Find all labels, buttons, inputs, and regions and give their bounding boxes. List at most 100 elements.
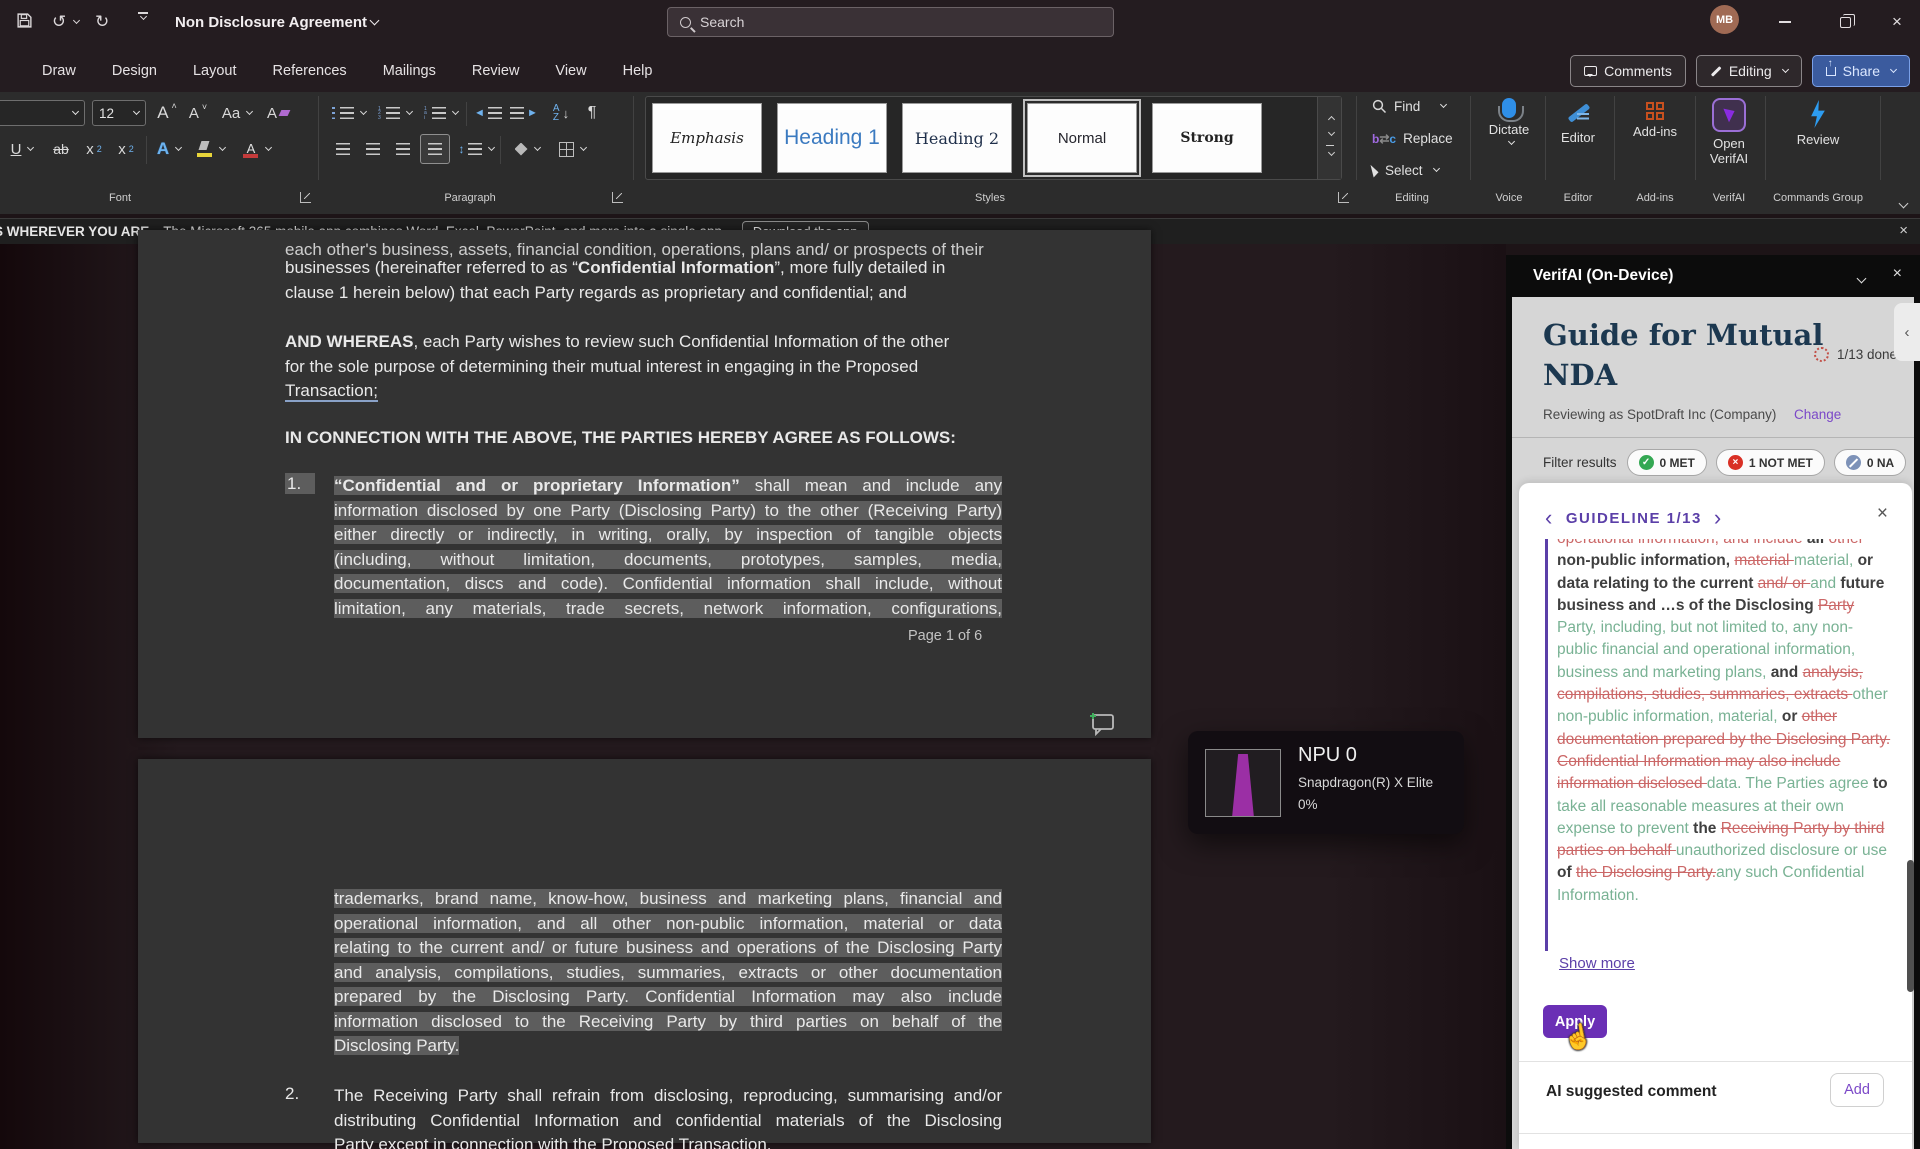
banner-close-icon[interactable]: × (1899, 222, 1908, 239)
document-page-1[interactable]: each other's business, assets, financial… (138, 230, 1151, 738)
save-button[interactable] (16, 12, 33, 29)
microphone-icon (1502, 98, 1516, 118)
filter-pill-met[interactable]: ✓0 MET (1627, 449, 1707, 476)
decrease-indent-button[interactable]: ◄ (472, 100, 504, 126)
chevron-down-icon (73, 16, 80, 23)
multilevel-list-button[interactable]: 1ai (422, 100, 460, 126)
lightning-icon (1809, 100, 1827, 128)
add-comment-icon[interactable] (1086, 710, 1116, 736)
font-size-combobox[interactable]: 12 (92, 100, 146, 126)
close-button[interactable]: × (1874, 0, 1920, 44)
style-card-heading-1[interactable]: Heading 1 (777, 103, 887, 173)
add-comment-button[interactable]: Add (1830, 1073, 1884, 1107)
strikethrough-button[interactable]: ab (46, 136, 76, 162)
filter-pill-na[interactable]: 0 NA (1834, 449, 1906, 476)
comments-button[interactable]: Comments (1570, 55, 1686, 87)
font-color-button[interactable]: A (238, 136, 276, 162)
styles-gallery-more-button[interactable] (1317, 97, 1341, 179)
font-color-icon: A (243, 141, 259, 158)
panel-collapse-chevron-icon[interactable] (1854, 271, 1865, 289)
document-canvas[interactable]: each other's business, assets, financial… (0, 244, 1506, 1149)
grow-font-button[interactable]: A˄ (152, 100, 182, 126)
select-button[interactable]: Select (1372, 163, 1439, 178)
minimize-button[interactable] (1762, 0, 1808, 44)
panel-scrollbar-thumb[interactable] (1907, 860, 1914, 992)
numbering-button[interactable]: 123 (376, 100, 414, 126)
text-effects-button[interactable]: A (152, 136, 186, 162)
change-case-button[interactable]: Aa (218, 100, 256, 126)
justify-button[interactable] (420, 134, 450, 164)
tab-view[interactable]: View (541, 57, 600, 85)
guideline-close-icon[interactable]: × (1877, 503, 1888, 525)
line-spacing-button[interactable]: ↕ (456, 136, 496, 162)
dictate-button[interactable]: Dictate (1480, 98, 1538, 146)
sort-button[interactable]: AZ↓ (546, 100, 576, 126)
document-line: information disclosed by one Party (Disc… (334, 499, 1002, 524)
tab-review[interactable]: Review (458, 57, 534, 85)
style-card-emphasis[interactable]: Emphasis (652, 103, 762, 173)
underline-button[interactable]: U (6, 136, 38, 162)
style-card-normal[interactable]: Normal (1027, 103, 1137, 173)
tab-help[interactable]: Help (609, 57, 667, 85)
align-left-button[interactable] (330, 136, 356, 162)
chevron-down-icon (370, 16, 380, 26)
document-line: operational information, and all other n… (334, 912, 1002, 937)
document-line: businesses (hereinafter referred to as “… (285, 256, 1002, 281)
styles-dialog-launcher[interactable] (1338, 192, 1349, 203)
editing-mode-button[interactable]: Editing (1696, 55, 1802, 87)
font-name-combobox[interactable] (0, 100, 85, 126)
share-button[interactable]: Share (1812, 55, 1910, 87)
collapse-ribbon-button[interactable] (1896, 196, 1907, 214)
tab-layout[interactable]: Layout (179, 57, 251, 85)
bullets-button[interactable] (330, 100, 368, 126)
style-card-heading-2[interactable]: Heading 2 (902, 103, 1012, 173)
font-dialog-launcher[interactable] (300, 192, 311, 203)
paragraph-dialog-launcher[interactable] (612, 192, 623, 203)
ribbon: 12 A˄ A˅ Aa A U ab x2 x2 A A Font 123 1a… (0, 92, 1920, 214)
ribbon-tab-row: Draw Design Layout References Mailings Review… (0, 50, 1920, 92)
replace-button[interactable]: b⇄c Replace (1372, 131, 1453, 146)
clear-formatting-button[interactable]: A (262, 100, 294, 126)
document-line: clause 1 herein below) that each Party r… (285, 281, 1002, 306)
borders-button[interactable] (552, 136, 592, 162)
review-commands-button[interactable]: Review (1790, 100, 1846, 147)
align-right-button[interactable] (390, 136, 416, 162)
npu-usage-spike (1232, 754, 1254, 817)
change-link[interactable]: Change (1794, 407, 1841, 422)
addins-button[interactable]: Add-ins (1624, 102, 1686, 139)
redline-diff-container[interactable]: operational information, and include all… (1545, 539, 1893, 951)
tab-references[interactable]: References (259, 57, 361, 85)
align-center-button[interactable] (360, 136, 386, 162)
filter-pill-notmet[interactable]: ×1 NOT MET (1716, 449, 1825, 476)
subscript-button[interactable]: x2 (80, 136, 108, 162)
search-input[interactable]: Search (667, 7, 1114, 37)
panel-expand-tab[interactable]: ‹ (1894, 303, 1920, 361)
panel-close-icon[interactable]: × (1893, 265, 1902, 283)
shading-button[interactable] (508, 136, 546, 162)
style-card-strong[interactable]: Strong (1152, 103, 1262, 173)
avatar[interactable]: MB (1710, 5, 1739, 34)
redo-button[interactable]: ↻ (95, 12, 109, 32)
editor-pencil-icon (1565, 100, 1591, 126)
next-guideline-icon[interactable]: › (1714, 505, 1723, 531)
group-label-voice: Voice (1496, 192, 1523, 204)
document-title[interactable]: Non Disclosure Agreement (175, 14, 378, 31)
document-line: information disclosed to the Receiving P… (334, 1010, 1002, 1035)
highlight-color-button[interactable] (192, 136, 230, 162)
increase-indent-button[interactable]: ► (508, 100, 540, 126)
undo-button[interactable]: ↺ (52, 12, 79, 32)
find-button[interactable]: Find (1372, 99, 1446, 114)
show-more-link[interactable]: Show more (1559, 955, 1635, 972)
open-verifai-button[interactable]: Open VerifAI (1698, 98, 1760, 166)
tab-design[interactable]: Design (98, 57, 171, 85)
quick-access-overflow-button[interactable] (138, 12, 148, 20)
show-formatting-button[interactable]: ¶ (580, 100, 604, 126)
document-page-2[interactable]: trademarks, brand name, know-how, busine… (138, 759, 1151, 1143)
tab-draw[interactable]: Draw (28, 57, 90, 85)
shrink-font-button[interactable]: A˅ (184, 100, 212, 126)
restore-button[interactable] (1822, 0, 1868, 44)
superscript-button[interactable]: x2 (112, 136, 140, 162)
prev-guideline-icon[interactable]: ‹ (1545, 505, 1554, 531)
tab-mailings[interactable]: Mailings (369, 57, 450, 85)
editor-button[interactable]: Editor (1550, 100, 1606, 145)
